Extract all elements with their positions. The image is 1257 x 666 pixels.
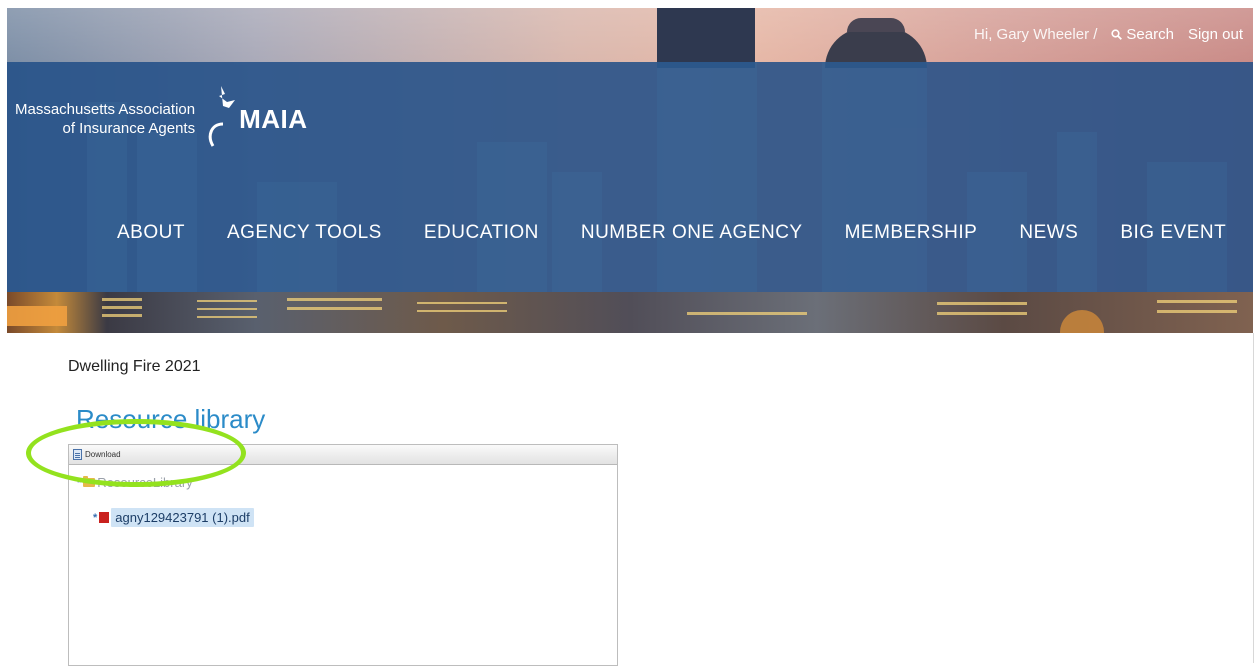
tree-root-label: ResourceLibrary: [97, 475, 193, 490]
logo-mark: MAIA: [205, 84, 307, 154]
search-label: Search: [1126, 26, 1174, 43]
download-label: Download: [85, 450, 121, 459]
folder-icon: [83, 476, 96, 487]
utility-bar: Hi, Gary Wheeler / Search Sign out: [974, 26, 1243, 43]
search-icon: [1111, 29, 1123, 40]
nav-membership[interactable]: MEMBERSHIP: [845, 222, 978, 244]
site-header: Hi, Gary Wheeler / Search Sign out Massa…: [7, 8, 1253, 333]
resource-library-title: Resource library: [76, 404, 266, 434]
logo-line-2: of Insurance Agents: [62, 120, 196, 137]
user-greeting: Hi, Gary Wheeler /: [974, 26, 1098, 43]
tree-file-expander: *: [93, 511, 98, 524]
library-toolbar: Download: [69, 445, 617, 465]
pdf-icon: [99, 512, 110, 523]
file-name-label: agny129423791 (1).pdf: [111, 508, 254, 527]
main-nav: ABOUT AGENCY TOOLS EDUCATION NUMBER ONE …: [117, 222, 1226, 244]
logo-line-1: Massachusetts Association: [15, 101, 196, 118]
nav-news[interactable]: NEWS: [1019, 222, 1078, 244]
nav-agency-tools[interactable]: AGENCY TOOLS: [227, 222, 382, 244]
page-title: Dwelling Fire 2021: [68, 358, 201, 375]
site-logo[interactable]: Massachusetts Association of Insurance A…: [15, 84, 308, 154]
tree-root-folder[interactable]: * ResourceLibrary: [77, 475, 193, 490]
logo-text: Massachusetts Association of Insurance A…: [15, 100, 195, 138]
tree-expander[interactable]: *: [77, 477, 81, 489]
logo-wordmark: MAIA: [239, 103, 308, 134]
nav-about[interactable]: ABOUT: [117, 222, 185, 244]
skyline-tower: [657, 8, 755, 68]
tree-file-item[interactable]: * agny129423791 (1).pdf: [93, 508, 254, 527]
skyline-tower: [847, 18, 905, 32]
page-divider: [1253, 333, 1254, 663]
nav-big-event[interactable]: BIG EVENT: [1120, 222, 1226, 244]
sign-out-link[interactable]: Sign out: [1188, 26, 1243, 43]
nav-number-one-agency[interactable]: NUMBER ONE AGENCY: [581, 222, 803, 244]
search-link[interactable]: Search: [1111, 26, 1174, 43]
download-icon: [73, 449, 82, 460]
nav-education[interactable]: EDUCATION: [424, 222, 539, 244]
resource-library-panel: Download * ResourceLibrary * agny1294237…: [68, 444, 618, 666]
download-button[interactable]: Download: [73, 449, 121, 460]
city-windows: [7, 298, 1237, 333]
eagle-logo-icon: [208, 86, 236, 147]
